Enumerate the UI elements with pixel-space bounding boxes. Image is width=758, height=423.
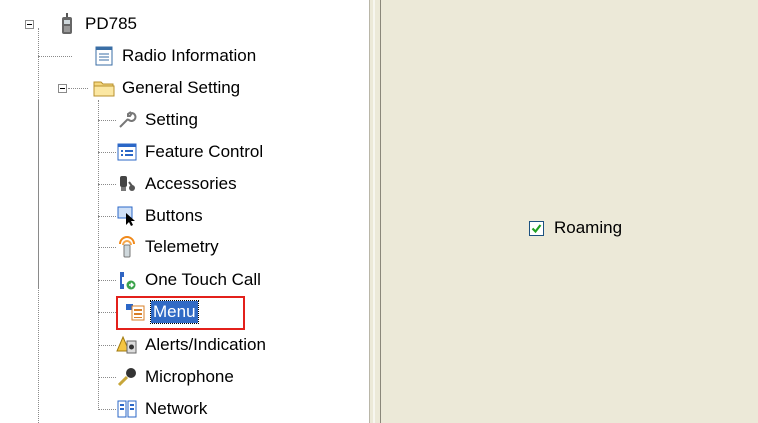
tree-line xyxy=(98,184,116,185)
tree-node-alerts-indication[interactable]: Alerts/Indication xyxy=(116,333,268,357)
tree-line xyxy=(98,345,116,346)
cursor-button-icon xyxy=(116,205,138,227)
roaming-option[interactable]: Roaming xyxy=(529,218,622,238)
telemetry-icon xyxy=(116,236,138,258)
navigation-tree: PD785 Radio Information General Setting … xyxy=(0,0,369,423)
tree-node-setting[interactable]: Setting xyxy=(116,108,200,132)
tree-line xyxy=(38,56,72,57)
tree-line xyxy=(98,216,116,217)
microphone-icon xyxy=(116,366,138,388)
roaming-label: Roaming xyxy=(554,218,623,237)
tree-node-feature-control[interactable]: Feature Control xyxy=(116,140,265,164)
tree-line xyxy=(98,377,116,378)
alert-icon xyxy=(116,334,138,356)
tree-node-buttons[interactable]: Buttons xyxy=(116,204,205,228)
tree-line xyxy=(98,100,99,410)
tree-node-general-setting[interactable]: General Setting xyxy=(93,76,242,100)
checkmark-icon xyxy=(531,223,542,233)
tree-line xyxy=(98,152,116,153)
tree-node-label: One Touch Call xyxy=(145,270,261,289)
tree-node-label: Accessories xyxy=(145,174,237,193)
tree-line xyxy=(98,280,116,281)
tree-line xyxy=(68,88,88,89)
phone-icon xyxy=(116,269,138,291)
tree-node-microphone[interactable]: Microphone xyxy=(116,365,236,389)
tree-node-accessories[interactable]: Accessories xyxy=(116,172,239,196)
tree-node-label: Feature Control xyxy=(145,142,264,161)
tree-node-label: PD785 xyxy=(85,14,137,33)
tree-node-root[interactable]: PD785 xyxy=(56,12,139,36)
folder-open-icon xyxy=(93,77,115,99)
collapse-toggle-root[interactable] xyxy=(25,20,34,29)
pane-splitter[interactable] xyxy=(369,0,381,423)
settings-panel xyxy=(381,0,758,423)
tree-node-network[interactable]: Network xyxy=(116,397,209,421)
document-icon xyxy=(93,45,115,67)
wrench-icon xyxy=(116,109,138,131)
tree-node-label: Network xyxy=(145,399,208,418)
tree-node-label: Radio Information xyxy=(122,46,257,65)
tree-node-label: Buttons xyxy=(145,206,203,225)
tree-line xyxy=(38,100,39,423)
tree-node-label: Microphone xyxy=(145,367,234,386)
list-window-icon xyxy=(116,141,138,163)
tree-node-radio-information[interactable]: Radio Information xyxy=(93,44,258,68)
radio-device-icon xyxy=(56,13,78,35)
tree-node-label: General Setting xyxy=(122,78,241,97)
tree-line xyxy=(98,120,116,121)
tree-line xyxy=(98,409,116,410)
selection-highlight-box xyxy=(116,296,245,330)
tree-line xyxy=(98,247,116,248)
collapse-toggle-general-setting[interactable] xyxy=(58,84,67,93)
accessory-icon xyxy=(116,173,138,195)
network-icon xyxy=(116,398,138,420)
tree-line xyxy=(98,312,116,313)
tree-node-label: Setting xyxy=(145,110,198,129)
tree-node-label: Telemetry xyxy=(145,237,219,256)
tree-node-label: Alerts/Indication xyxy=(145,335,266,354)
tree-node-telemetry[interactable]: Telemetry xyxy=(116,235,221,259)
roaming-checkbox[interactable] xyxy=(529,220,544,236)
tree-node-one-touch-call[interactable]: One Touch Call xyxy=(116,268,263,292)
